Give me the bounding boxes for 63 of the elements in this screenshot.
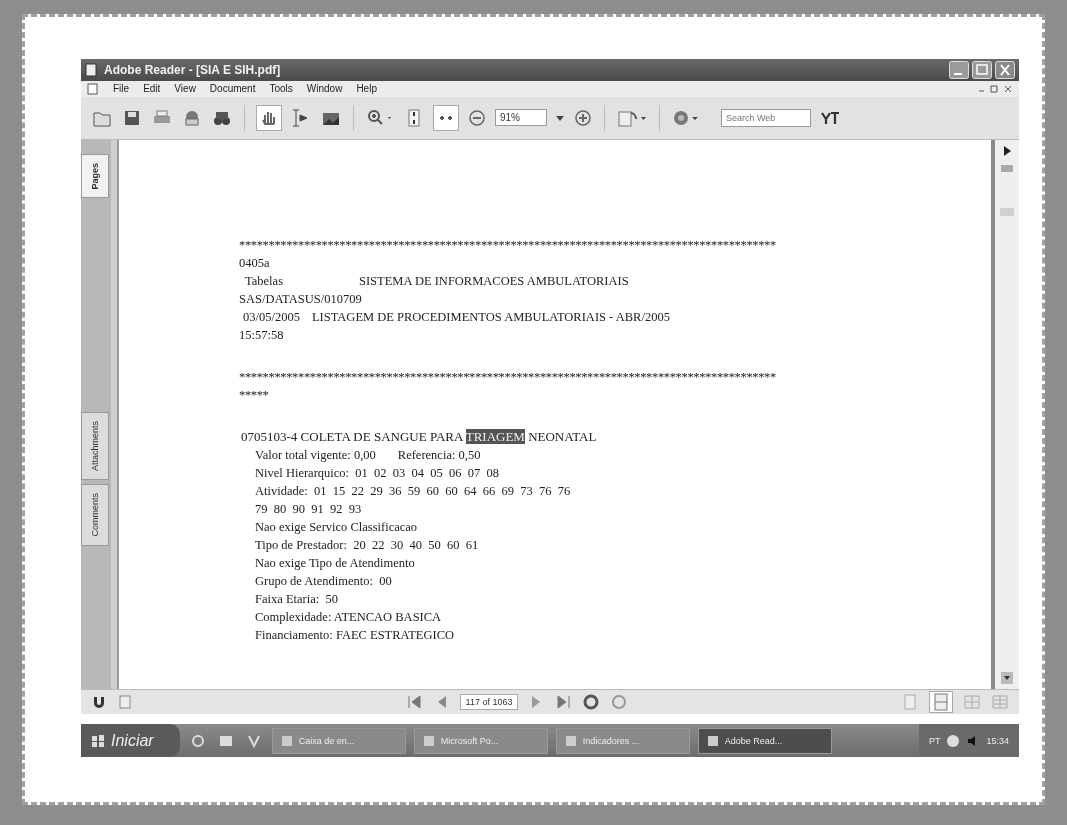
- back-icon[interactable]: [582, 693, 601, 711]
- report-text: SISTEMA DE INFORMACOES AMBULATORIAIS: [359, 272, 629, 290]
- report-text: Referencia: 0,50: [397, 446, 481, 464]
- report-text: SAS/DATASUS/010709: [239, 290, 362, 308]
- menu-item[interactable]: Help: [356, 83, 377, 95]
- report-text: 0405a: [239, 254, 270, 272]
- report-text: 79 80 90 91 92 93: [255, 500, 362, 518]
- zoom-field[interactable]: 91%: [495, 109, 547, 127]
- side-tab[interactable]: Comments: [81, 484, 109, 546]
- report-text: Nivel Hierarquico: 01 02 03 04 05 06 07 08: [255, 464, 500, 482]
- report-text: Complexidade: ATENCAO BASICA: [255, 608, 442, 626]
- language-indicator[interactable]: PT: [928, 735, 941, 746]
- report-text: Atividade: 01 15 22 29 36 59 60 60 64 66 69 73 76 76: [255, 482, 571, 500]
- search-field[interactable]: Search Web: [721, 108, 811, 127]
- side-tab[interactable]: Attachments: [81, 412, 109, 481]
- menu-item[interactable]: File: [113, 83, 130, 95]
- scroll-down-icon[interactable]: [1000, 671, 1014, 686]
- menu-item[interactable]: Tools: [269, 83, 293, 95]
- document-icon: [85, 63, 97, 77]
- report-text: 03/05/2005: [243, 308, 300, 326]
- asterisk-rule: *******************************************************************************************: [239, 368, 776, 386]
- scroll-thumb[interactable]: [1000, 207, 1014, 216]
- start-button[interactable]: Iniciar: [81, 724, 180, 757]
- report-text: Tabelas: [244, 272, 284, 290]
- report-text: Tipo de Prestador: 20 22 30 40 50 60 61: [255, 536, 479, 554]
- report-text: 15:57:58: [239, 326, 284, 344]
- taskbar-button[interactable]: Adobe Read...: [697, 727, 832, 754]
- asterisk-rule: *******************************************************************************************: [239, 236, 776, 254]
- window-title: Adobe Reader - [SIA E SIH.pdf]: [104, 63, 281, 77]
- report-text: Grupo de Atendimento: 00: [255, 572, 392, 590]
- menu-item[interactable]: Edit: [143, 83, 161, 95]
- windows-logo-icon: [91, 733, 105, 748]
- document-icon: [87, 82, 99, 95]
- menu-item[interactable]: Window: [306, 83, 343, 95]
- report-text: LISTAGEM DE PROCEDIMENTOS AMBULATORIAIS - ABR/2005: [311, 308, 670, 326]
- app-icon: [706, 734, 719, 747]
- first-page-icon[interactable]: [405, 694, 424, 710]
- zoom-out-icon[interactable]: [467, 107, 487, 128]
- close-icon[interactable]: [995, 61, 1015, 79]
- last-page-icon[interactable]: [554, 694, 573, 710]
- report-text: Valor total vigente: 0,00: [255, 446, 376, 464]
- minimize-icon[interactable]: [949, 61, 969, 79]
- page-number-field[interactable]: 117 of 1063: [459, 694, 519, 710]
- procedure-heading: 0705103-4 COLETA DE SANGUE PARA TRIAGEM NEONATAL: [241, 427, 597, 446]
- fit-width-icon[interactable]: [433, 104, 459, 131]
- clock: 15:34: [986, 735, 1009, 746]
- asterisk-rule: *****: [239, 386, 269, 404]
- report-text: Faixa Etaria: 50: [255, 590, 338, 608]
- continuous-page-icon[interactable]: [929, 691, 953, 713]
- zoom-in-icon[interactable]: [573, 107, 593, 128]
- scroll-bar[interactable]: [995, 139, 1019, 690]
- report-text: Financiamento: FAEC ESTRATEGICO: [255, 626, 455, 644]
- window-controls-icon[interactable]: [977, 83, 1013, 94]
- report-text: Nao exige Servico Classificacao: [255, 518, 418, 536]
- menu-item[interactable]: Document: [209, 83, 256, 95]
- side-tab[interactable]: Pages: [81, 153, 109, 199]
- app-icon: [280, 734, 293, 747]
- hand-icon[interactable]: [256, 104, 282, 131]
- app-icon: [564, 734, 577, 747]
- menu-item[interactable]: View: [174, 83, 196, 95]
- forward-icon[interactable]: [610, 693, 629, 711]
- app-icon: [422, 734, 435, 747]
- report-text: Nao exige Tipo de Atendimento: [255, 554, 415, 572]
